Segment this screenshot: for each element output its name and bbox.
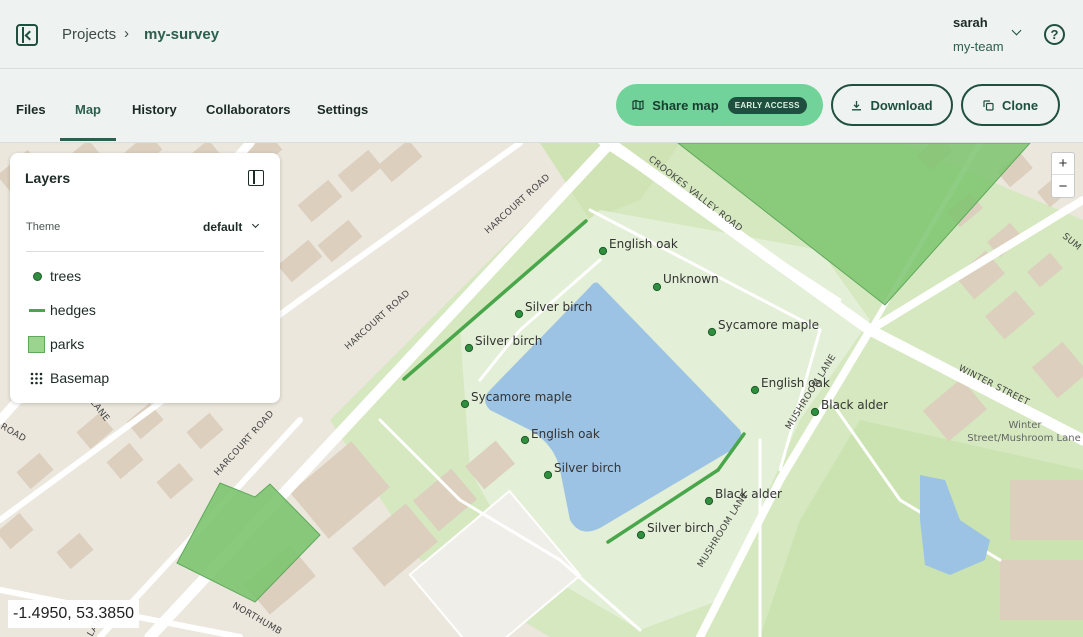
theme-label: Theme bbox=[26, 221, 61, 233]
svg-text:Silver birch: Silver birch bbox=[647, 521, 714, 535]
tree-dot-icon bbox=[33, 271, 42, 281]
road-label: ROAD bbox=[0, 422, 28, 445]
layer-item-trees[interactable]: trees bbox=[26, 264, 264, 288]
zoom-control: + − bbox=[1051, 152, 1075, 198]
layers-title: Layers bbox=[25, 170, 71, 186]
breadcrumb-project[interactable]: my-survey bbox=[144, 26, 219, 43]
svg-text:English oak: English oak bbox=[761, 376, 830, 390]
svg-text:Black alder: Black alder bbox=[821, 398, 888, 412]
clone-button[interactable]: Clone bbox=[961, 84, 1060, 126]
tab-files[interactable]: Files bbox=[16, 102, 46, 117]
help-icon[interactable]: ? bbox=[1044, 24, 1065, 45]
svg-text:Black alder: Black alder bbox=[715, 487, 782, 501]
active-tab-indicator bbox=[60, 138, 116, 141]
user-team[interactable]: my-team bbox=[953, 39, 1004, 54]
svg-text:Silver birch: Silver birch bbox=[525, 300, 592, 314]
zoom-out-button[interactable]: − bbox=[1052, 176, 1074, 198]
layers-panel: Layers Theme default trees hedges parks … bbox=[10, 153, 280, 403]
road-label: HARCOURT ROAD bbox=[213, 409, 277, 478]
download-label: Download bbox=[870, 97, 933, 113]
zoom-in-button[interactable]: + bbox=[1052, 153, 1074, 175]
hedge-line-icon bbox=[29, 308, 45, 312]
tab-collaborators[interactable]: Collaborators bbox=[206, 102, 291, 117]
place-label-line2: Street/Mushroom Lane bbox=[967, 433, 1081, 444]
layer-label: trees bbox=[50, 268, 82, 284]
svg-text:English oak: English oak bbox=[531, 427, 600, 441]
svg-text:Sycamore maple: Sycamore maple bbox=[718, 318, 819, 332]
svg-text:Silver birch: Silver birch bbox=[475, 334, 542, 348]
user-name[interactable]: sarah bbox=[953, 15, 988, 30]
svg-text:Silver birch: Silver birch bbox=[554, 461, 621, 475]
tab-history[interactable]: History bbox=[132, 102, 177, 117]
svg-text:Unknown: Unknown bbox=[663, 272, 719, 286]
svg-text:English oak: English oak bbox=[609, 237, 678, 251]
park-polygon-icon bbox=[28, 335, 45, 353]
copy-icon bbox=[983, 99, 994, 111]
layer-item-parks[interactable]: parks bbox=[26, 332, 264, 356]
share-map-label: Share map bbox=[652, 97, 719, 113]
panel-divider bbox=[26, 251, 264, 252]
sidebar-toggle-icon[interactable] bbox=[16, 24, 38, 46]
place-label-line1: Winter bbox=[1009, 420, 1043, 431]
theme-select[interactable]: default bbox=[203, 220, 242, 234]
coordinate-readout: -1.4950, 53.3850 bbox=[8, 600, 139, 628]
top-bar: Projects › my-survey sarah my-team ? bbox=[0, 0, 1083, 69]
road-label: HARCOURT ROAD bbox=[343, 289, 412, 353]
collapse-panel-icon[interactable] bbox=[248, 170, 264, 186]
download-button[interactable]: Download bbox=[831, 84, 953, 126]
download-icon bbox=[851, 100, 862, 111]
grid-icon bbox=[30, 372, 43, 385]
early-access-badge: EARLY ACCESS bbox=[727, 96, 807, 114]
clone-label: Clone bbox=[1001, 97, 1039, 113]
user-menu-chevron-icon[interactable] bbox=[1011, 25, 1022, 36]
layer-item-basemap[interactable]: Basemap bbox=[26, 366, 264, 390]
map-icon bbox=[632, 99, 644, 111]
layer-label: hedges bbox=[50, 302, 96, 318]
tab-bar: Files Map History Collaborators Settings… bbox=[0, 69, 1083, 143]
tab-settings[interactable]: Settings bbox=[317, 102, 368, 117]
layer-item-hedges[interactable]: hedges bbox=[26, 298, 264, 322]
layer-label: parks bbox=[50, 336, 85, 352]
svg-text:Sycamore maple: Sycamore maple bbox=[471, 390, 572, 404]
theme-chevron-down-icon[interactable] bbox=[251, 220, 260, 229]
share-map-button[interactable]: Share map EARLY ACCESS bbox=[616, 84, 823, 126]
breadcrumb-projects[interactable]: Projects bbox=[62, 26, 116, 43]
tab-map[interactable]: Map bbox=[75, 102, 101, 117]
breadcrumb-separator-icon: › bbox=[124, 25, 129, 42]
layer-label: Basemap bbox=[50, 370, 110, 386]
